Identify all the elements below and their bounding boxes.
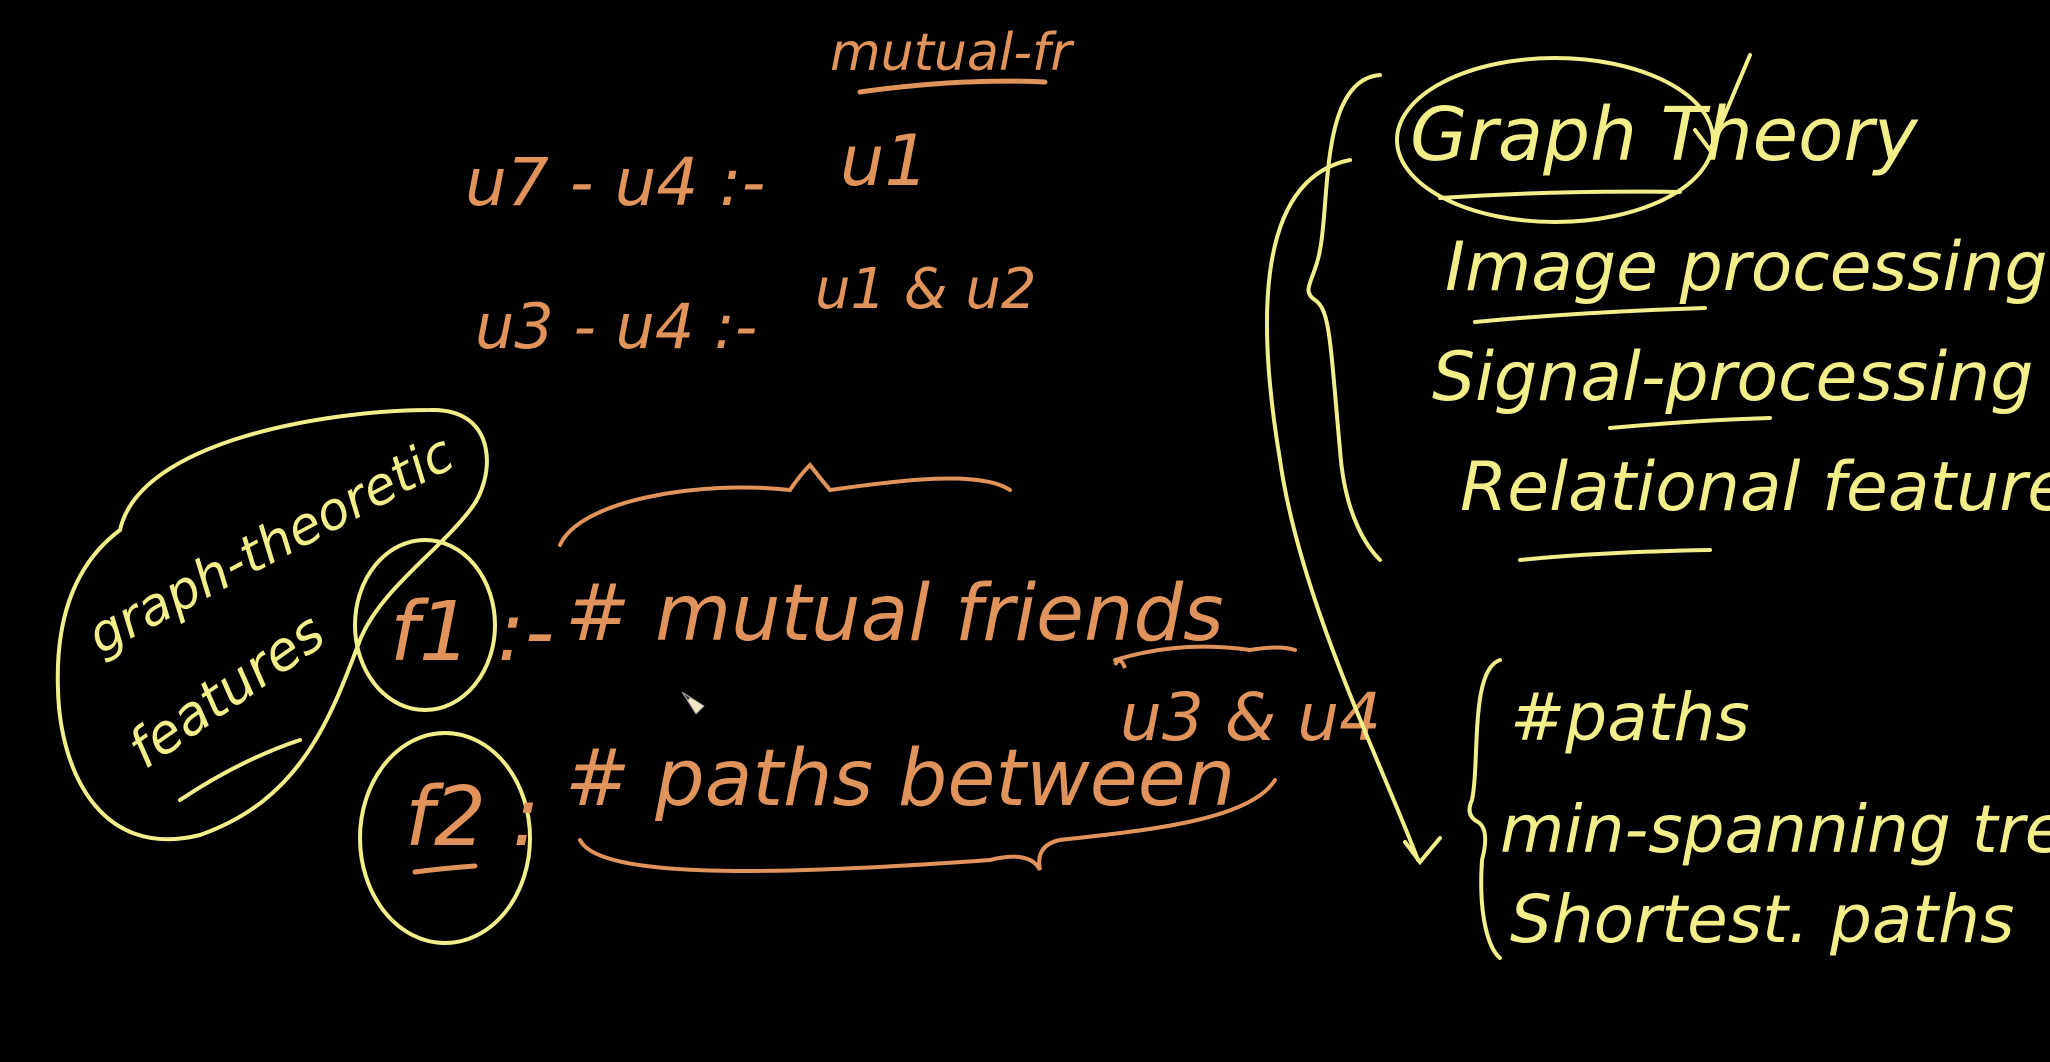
heading-underline: [1438, 189, 1682, 200]
whiteboard-drawing: mutual-fr u7 - u4 :- u1 u3 - u4 :- u1 & …: [55, 23, 2050, 960]
f2-label: f2 :: [405, 770, 540, 865]
subitem-min-spanning-trees: min-spanning trees,: [1500, 791, 2050, 868]
f2-pair: u3 & u4: [1120, 679, 1381, 756]
item-signal-processing: Signal-processing: [1432, 338, 2033, 417]
result-u1-u2: u1 & u2: [815, 257, 1037, 322]
pencil-cursor-icon: [681, 691, 705, 715]
result-u1: u1: [840, 120, 929, 202]
f1-text: # mutual friends: [565, 569, 1224, 659]
graph-theory-notes: Graph Theory Image processing Signal-pro…: [1264, 53, 2050, 960]
u-pair-bracket-left: [1113, 658, 1127, 669]
item-relational-features: Relational features: [1460, 448, 2050, 527]
features-underline: [178, 738, 302, 802]
item-image-processing: Image processing: [1445, 228, 2048, 307]
relational-features-underline: [1518, 548, 1712, 562]
f2-underline: [412, 863, 478, 875]
subitems-brace: [1467, 658, 1502, 960]
image-processing-underline: [1473, 306, 1707, 324]
whiteboard-canvas[interactable]: mutual-fr u7 - u4 :- u1 u3 - u4 :- u1 & …: [0, 0, 2050, 1062]
pair-u7-u4: u7 - u4 :-: [465, 144, 765, 221]
items-brace: [1306, 73, 1382, 562]
mutual-friends-equations: mutual-fr u7 - u4 :- u1 u3 - u4 :- u1 & …: [465, 23, 1075, 363]
subitem-paths: #paths: [1510, 679, 1750, 756]
subitem-shortest-paths: Shortest. paths: [1510, 881, 2014, 958]
graph-theory-heading: Graph Theory: [1410, 92, 1919, 178]
pair-u3-u4: u3 - u4 :-: [475, 290, 757, 363]
f1-label: f1 :-: [390, 585, 554, 680]
mutual-friends-brace: [558, 461, 1012, 547]
feature-descriptions: # mutual friends # paths between u3 & u4: [558, 461, 1381, 874]
mutual-fr-heading: mutual-fr: [830, 23, 1075, 83]
signal-processing-underline: [1608, 416, 1772, 430]
